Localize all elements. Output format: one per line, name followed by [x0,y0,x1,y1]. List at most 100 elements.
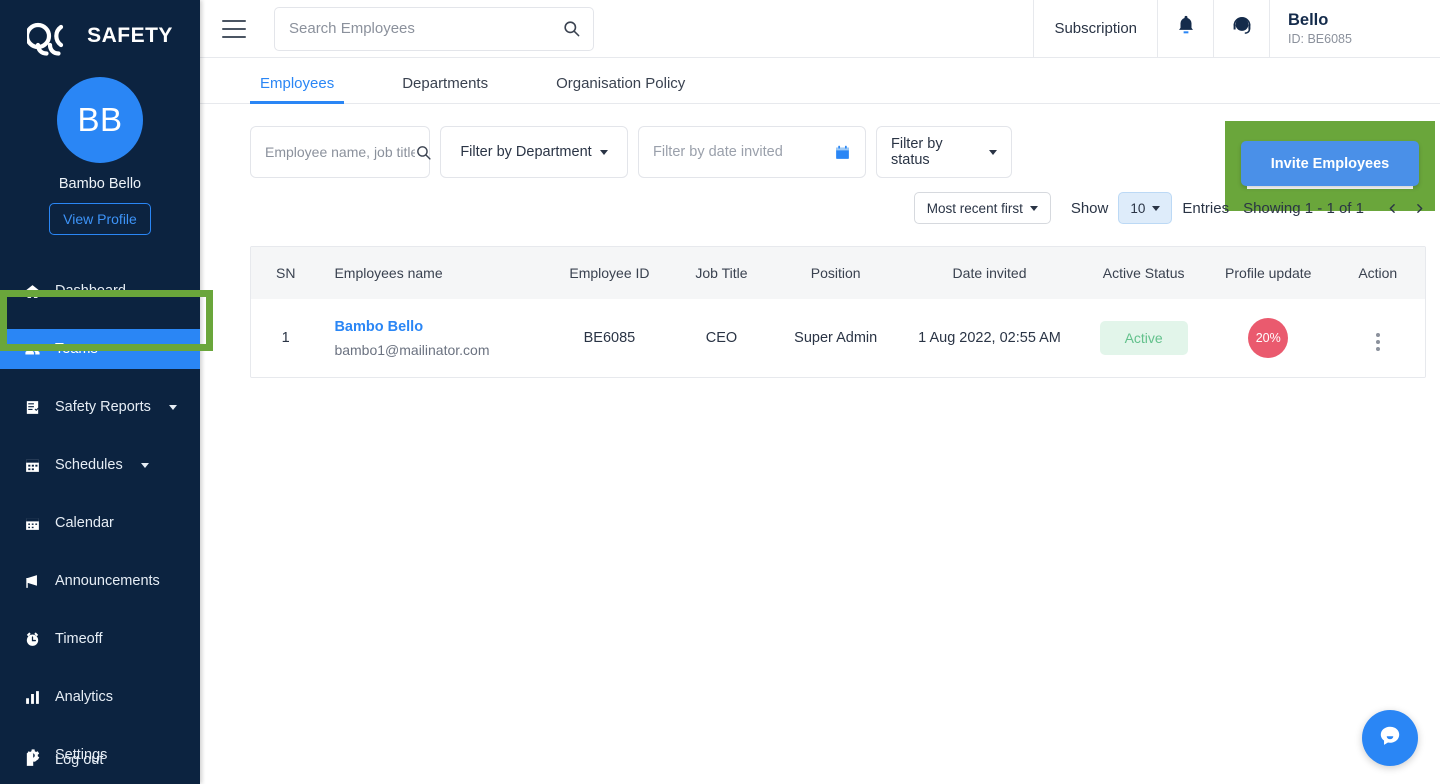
search-icon[interactable] [415,144,432,161]
status-badge: Active [1100,321,1188,355]
calendar-icon[interactable] [834,144,851,161]
chevron-down-icon [989,150,997,155]
profile-completion-badge: 20% [1248,318,1288,358]
logout-icon [22,751,42,768]
column-header-job-title: Job Title [669,247,773,299]
chevron-left-icon[interactable] [1386,200,1399,217]
employee-search-filter[interactable] [250,126,430,178]
view-profile-button[interactable]: View Profile [49,203,151,235]
chat-widget-button[interactable] [1362,710,1418,766]
page-size-dropdown[interactable]: 10 [1118,192,1172,224]
global-search[interactable] [274,7,594,51]
chat-bubble-icon [1377,723,1403,754]
logout-button[interactable]: Log out [0,751,200,768]
chevron-down-icon [1030,206,1038,211]
sidebar-item-safety-reports[interactable]: Safety Reports [0,387,200,427]
nav-gap [0,485,200,503]
table-row[interactable]: 1 Bambo Bello bambo1@mailinator.com BE60… [251,299,1425,377]
table-header-row: SN Employees name Employee ID Job Title … [251,247,1425,299]
invite-employees-button[interactable]: Invite Employees [1241,141,1419,186]
column-header-profile-update: Profile update [1206,247,1331,299]
brand-logo[interactable]: SAFETY [0,0,200,64]
sidebar-item-label: Announcements [55,573,160,589]
nav-gap [0,311,200,329]
nav-gap [0,369,200,387]
sidebar-item-teams[interactable]: Teams [0,329,200,369]
date-invited-placeholder: Filter by date invited [653,144,783,160]
search-icon[interactable] [562,19,581,38]
tab-departments[interactable]: Departments [392,75,498,103]
employee-search-input[interactable] [265,144,415,160]
topbar: Subscription Bello ID: BE6085 [200,0,1440,58]
nav-gap [0,601,200,619]
sidebar-item-label: Calendar [55,515,114,531]
megaphone-icon [22,573,42,590]
sidebar-nav: Dashboard Teams Safety Reports [0,271,200,775]
user-id: ID: BE6085 [1288,32,1352,46]
logout-label: Log out [55,752,103,768]
status-filter[interactable]: Filter by status [876,126,1012,178]
sidebar-item-timeoff[interactable]: Timeoff [0,619,200,659]
sidebar-item-calendar[interactable]: Calendar [0,503,200,543]
sort-order-label: Most recent first [927,201,1023,216]
tab-employees[interactable]: Employees [250,75,344,103]
bell-icon [1175,14,1197,43]
cell-action [1331,299,1425,377]
user-menu[interactable]: Bello ID: BE6085 [1270,0,1440,57]
cell-employee-name: Bambo Bello bambo1@mailinator.com [320,299,549,377]
sort-order-dropdown[interactable]: Most recent first [914,192,1051,224]
calendar-icon [22,515,42,532]
employees-table: SN Employees name Employee ID Job Title … [250,246,1426,378]
cell-position: Super Admin [774,299,898,377]
page-size-value: 10 [1130,201,1145,216]
sidebar: SAFETY BB Bambo Bello View Profile Dashb… [0,0,200,784]
column-header-position: Position [774,247,898,299]
chevron-down-icon [600,150,608,155]
sidebar-item-analytics[interactable]: Analytics [0,677,200,717]
cell-job-title: CEO [669,299,773,377]
sidebar-profile: BB Bambo Bello View Profile [0,64,200,235]
sidebar-item-announcements[interactable]: Announcements [0,561,200,601]
sidebar-item-label: Schedules [55,457,123,473]
column-header-active-status: Active Status [1081,247,1206,299]
date-invited-filter[interactable]: Filter by date invited [638,126,866,178]
column-header-sn: SN [251,247,320,299]
nav-gap [0,659,200,677]
people-icon [22,341,42,358]
profile-name: Bambo Bello [0,176,200,192]
app-root: SAFETY BB Bambo Bello View Profile Dashb… [0,0,1440,784]
sidebar-item-label: Safety Reports [55,399,151,415]
alarm-clock-icon [22,631,42,648]
department-filter-label: Filter by Department [460,144,591,160]
qc-logo-icon [27,16,85,56]
main-content: Subscription Bello ID: BE6085 Employees … [200,0,1440,784]
avatar: BB [57,77,143,163]
sidebar-item-dashboard[interactable]: Dashboard [0,271,200,311]
sidebar-item-schedules[interactable]: Schedules [0,445,200,485]
hamburger-icon[interactable] [222,20,246,38]
search-input[interactable] [289,20,562,37]
schedule-icon [22,457,42,474]
sidebar-item-label: Analytics [55,689,113,705]
employee-email: bambo1@mailinator.com [334,342,543,358]
sidebar-item-label: Dashboard [55,283,126,299]
nav-gap [0,427,200,445]
chevron-right-icon[interactable] [1413,200,1426,217]
home-icon [22,283,42,300]
kebab-menu-icon[interactable] [1376,333,1380,351]
page-tabs: Employees Departments Organisation Polic… [200,58,1440,104]
support-button[interactable] [1214,0,1270,57]
user-name: Bello [1288,11,1328,31]
notifications-button[interactable] [1158,0,1214,57]
nav-gap [0,543,200,561]
showing-range: Showing 1 - 1 of 1 [1243,200,1364,217]
cell-date-invited: 1 Aug 2022, 02:55 AM [898,299,1082,377]
subscription-button[interactable]: Subscription [1034,0,1158,57]
report-icon [22,399,42,416]
tab-organisation-policy[interactable]: Organisation Policy [546,75,695,103]
cell-active-status: Active [1081,299,1206,377]
chevron-down-icon [1152,206,1160,211]
cell-sn: 1 [251,299,320,377]
employee-name-link[interactable]: Bambo Bello [334,319,543,335]
department-filter[interactable]: Filter by Department [440,126,628,178]
